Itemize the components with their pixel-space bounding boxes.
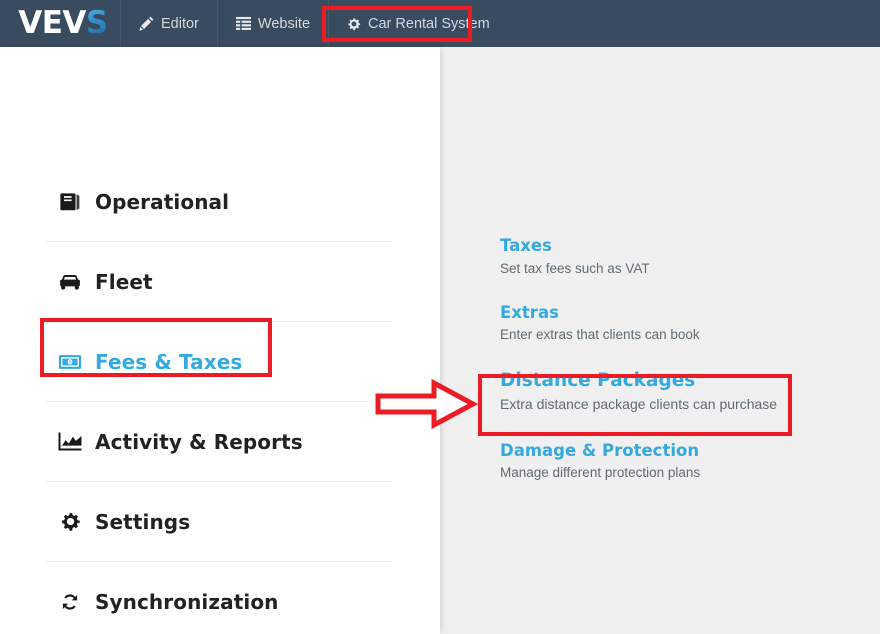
submenu-item-damage-and-protection-title[interactable]: Damage & Protection (500, 441, 860, 462)
submenu-panel: Taxes Set tax fees such as VAT Extras En… (440, 47, 880, 634)
chart-icon (58, 432, 82, 451)
submenu-list: Taxes Set tax fees such as VAT Extras En… (500, 236, 860, 507)
nav-item-car-rental-system[interactable]: Car Rental System (328, 0, 508, 47)
main-menu-panel: Operational Fleet 0 Fees & Taxes Activit… (0, 47, 440, 634)
top-header-bar: VEVS Editor Website Car Rental System (0, 0, 880, 47)
refresh-icon (58, 592, 82, 612)
sidebar-item-settings-label: Settings (95, 509, 191, 534)
sidebar-item-settings[interactable]: Settings (46, 482, 392, 562)
sidebar-item-operational[interactable]: Operational (46, 162, 392, 242)
nav-item-website-label: Website (257, 15, 311, 32)
sidebar-item-operational-label: Operational (95, 189, 230, 214)
submenu-item-distance-packages-description: Extra distance package clients can purch… (500, 396, 778, 413)
pencil-icon (139, 16, 154, 31)
gear-icon (347, 17, 361, 31)
submenu-item-distance-packages[interactable]: Distance Packages Extra distance package… (500, 369, 860, 415)
money-icon: 0 (58, 354, 82, 370)
car-icon (58, 273, 82, 291)
sidebar-item-activity-and-reports[interactable]: Activity & Reports (46, 402, 392, 482)
submenu-item-taxes[interactable]: Taxes Set tax fees such as VAT (500, 236, 860, 279)
submenu-item-distance-packages-title[interactable]: Distance Packages (500, 369, 860, 392)
submenu-item-damage-and-protection[interactable]: Damage & Protection Manage different pro… (500, 441, 860, 484)
annotation-arrow-right-icon (374, 378, 479, 430)
submenu-item-extras-title[interactable]: Extras (500, 303, 860, 324)
logo-primary-text: VEV (18, 5, 86, 41)
app-window: VEVS Editor Website Car Rental System Op… (0, 0, 880, 634)
vevs-logo[interactable]: VEVS (0, 0, 120, 47)
list-icon (235, 16, 251, 31)
sidebar-item-fleet[interactable]: Fleet (46, 242, 392, 322)
nav-item-editor[interactable]: Editor (120, 0, 217, 47)
svg-text:0: 0 (68, 360, 71, 366)
logo-accent-text: S (85, 5, 108, 41)
sidebar-item-synchronization-label: Synchronization (95, 590, 279, 614)
nav-item-car-rental-system-label: Car Rental System (368, 15, 490, 32)
sidebar-item-fees-and-taxes[interactable]: 0 Fees & Taxes (46, 322, 392, 402)
gear-icon (58, 511, 82, 532)
main-menu-list: Operational Fleet 0 Fees & Taxes Activit… (46, 162, 392, 634)
submenu-item-extras[interactable]: Extras Enter extras that clients can boo… (500, 303, 860, 346)
sidebar-item-fees-and-taxes-label: Fees & Taxes (95, 349, 243, 374)
submenu-item-taxes-description: Set tax fees such as VAT (500, 260, 650, 276)
nav-item-website[interactable]: Website (216, 0, 328, 47)
submenu-item-damage-and-protection-description: Manage different protection plans (500, 465, 701, 481)
submenu-item-extras-description: Enter extras that clients can book (500, 327, 700, 343)
sidebar-item-synchronization[interactable]: Synchronization (46, 562, 392, 634)
submenu-item-taxes-title[interactable]: Taxes (500, 236, 860, 257)
book-icon (58, 192, 82, 212)
sidebar-item-activity-and-reports-label: Activity & Reports (95, 429, 303, 454)
sidebar-item-fleet-label: Fleet (95, 269, 153, 294)
nav-item-editor-label: Editor (161, 15, 199, 32)
